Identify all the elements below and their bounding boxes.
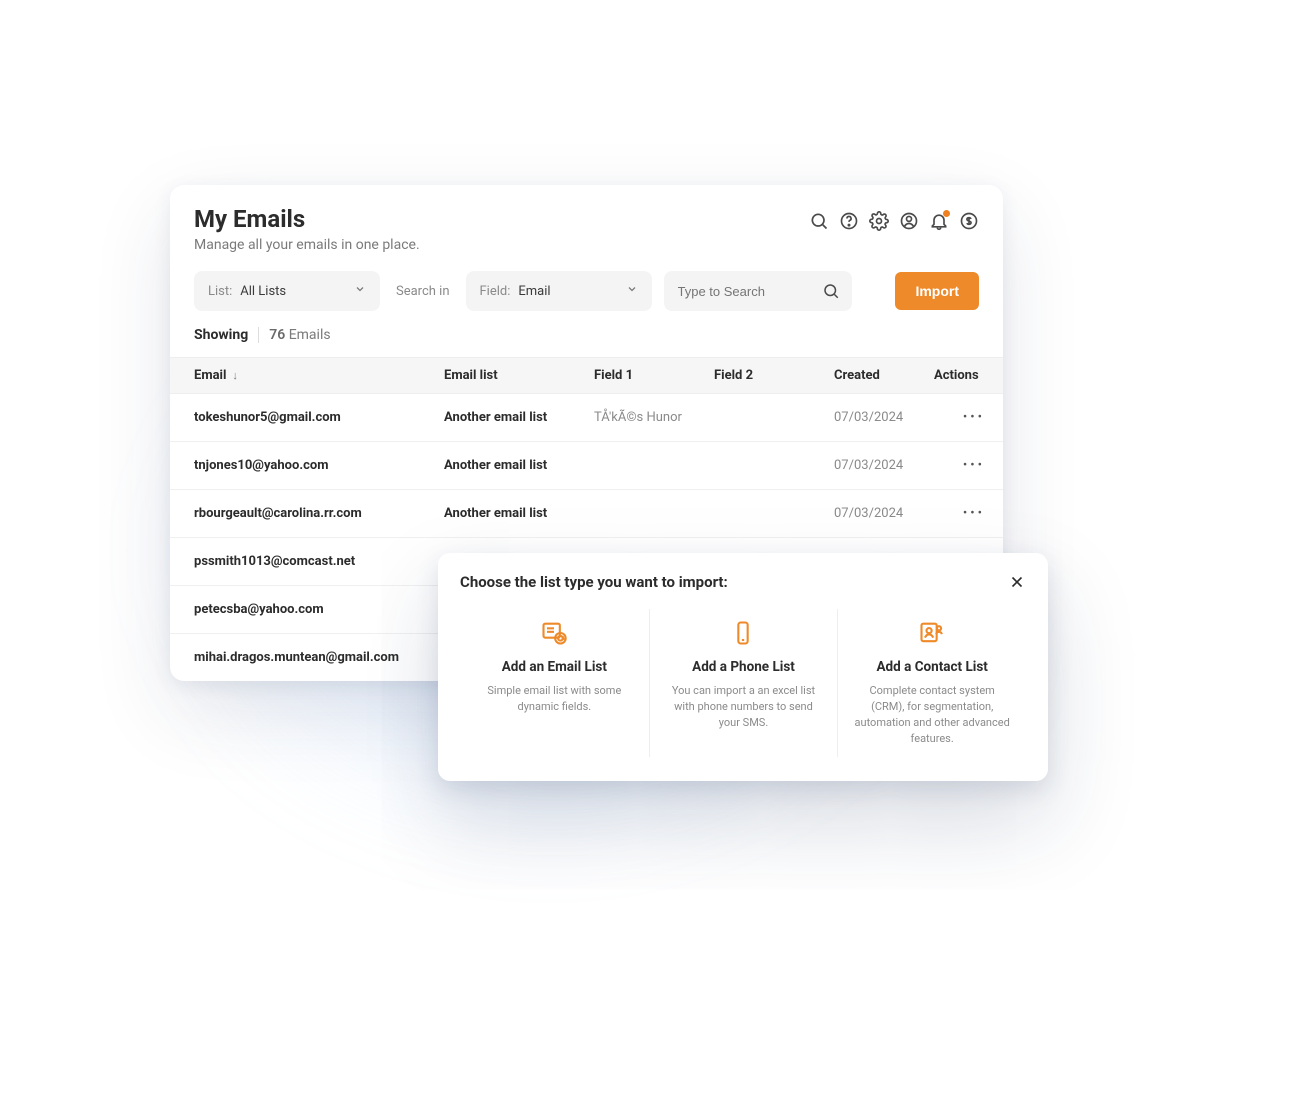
field-filter[interactable]: Field: Email: [466, 271, 652, 311]
search-input[interactable]: [678, 284, 838, 299]
row-actions[interactable]: •••: [934, 458, 1014, 473]
cell-list: Another email list: [444, 458, 594, 473]
option-desc: Complete contact system (CRM), for segme…: [852, 683, 1012, 747]
dollar-icon[interactable]: [959, 211, 979, 231]
list-filter-value: All Lists: [240, 284, 286, 299]
cell-email: tnjones10@yahoo.com: [194, 458, 444, 473]
cell-list: Another email list: [444, 506, 594, 521]
cell-email: tokeshunor5@gmail.com: [194, 410, 444, 425]
table-header: Email ↓ Email list Field 1 Field 2 Creat…: [170, 357, 1003, 394]
bell-icon[interactable]: [929, 211, 949, 231]
showing-count: 76 Emails: [269, 327, 330, 343]
chevron-down-icon: [354, 283, 366, 299]
search-field[interactable]: [664, 271, 852, 311]
search-in-label: Search in: [392, 284, 454, 299]
col-created[interactable]: Created: [834, 368, 934, 383]
cell-created: 07/03/2024: [834, 506, 934, 521]
list-filter[interactable]: List: All Lists: [194, 271, 380, 311]
col-field2[interactable]: Field 2: [714, 368, 834, 383]
chevron-down-icon: [626, 283, 638, 299]
col-actions: Actions: [934, 368, 1014, 383]
option-contact-list[interactable]: Add a Contact List Complete contact syst…: [837, 609, 1026, 757]
contact-list-icon: [918, 619, 946, 647]
option-title: Add a Contact List: [852, 659, 1012, 675]
option-email-list[interactable]: Add an Email List Simple email list with…: [460, 609, 649, 757]
table-row: tnjones10@yahoo.com Another email list 0…: [170, 442, 1003, 490]
showing-label: Showing: [194, 327, 248, 343]
cell-email: pssmith1013@comcast.net: [194, 554, 444, 569]
cell-field1: TÅ'kÃ©s Hunor: [594, 410, 714, 425]
cell-list: Another email list: [444, 410, 594, 425]
col-field1[interactable]: Field 1: [594, 368, 714, 383]
cell-created: 07/03/2024: [834, 458, 934, 473]
option-phone-list[interactable]: Add a Phone List You can import a an exc…: [649, 609, 838, 757]
page-subtitle: Manage all your emails in one place.: [194, 237, 420, 253]
sort-arrow-icon: ↓: [232, 369, 238, 382]
row-actions[interactable]: •••: [934, 506, 1014, 521]
user-icon[interactable]: [899, 211, 919, 231]
table-row: tokeshunor5@gmail.com Another email list…: [170, 394, 1003, 442]
header-icons: [809, 211, 979, 231]
cell-email: petecsba@yahoo.com: [194, 602, 444, 617]
option-title: Add a Phone List: [664, 659, 824, 675]
search-icon[interactable]: [809, 211, 829, 231]
option-title: Add an Email List: [474, 659, 635, 675]
modal-title: Choose the list type you want to import:: [460, 573, 728, 591]
help-icon[interactable]: [839, 211, 859, 231]
option-desc: Simple email list with some dynamic fiel…: [474, 683, 635, 715]
import-modal: Choose the list type you want to import:…: [438, 553, 1048, 781]
list-filter-label: List:: [208, 284, 232, 299]
col-email-list[interactable]: Email list: [444, 368, 594, 383]
close-icon[interactable]: [1008, 573, 1026, 591]
cell-created: 07/03/2024: [834, 410, 934, 425]
search-icon[interactable]: [822, 282, 840, 300]
gear-icon[interactable]: [869, 211, 889, 231]
table-row: rbourgeault@carolina.rr.com Another emai…: [170, 490, 1003, 538]
notification-dot: [943, 210, 950, 217]
cell-email: rbourgeault@carolina.rr.com: [194, 506, 444, 521]
email-list-icon: [540, 619, 568, 647]
page-title: My Emails: [194, 205, 420, 233]
col-email[interactable]: Email ↓: [194, 368, 444, 383]
field-filter-label: Field:: [480, 284, 511, 299]
field-filter-value: Email: [518, 284, 550, 299]
import-button[interactable]: Import: [895, 272, 979, 310]
option-desc: You can import a an excel list with phon…: [664, 683, 824, 731]
phone-list-icon: [729, 619, 757, 647]
cell-email: mihai.dragos.muntean@gmail.com: [194, 650, 444, 665]
row-actions[interactable]: •••: [934, 410, 1014, 425]
divider: [258, 327, 259, 343]
